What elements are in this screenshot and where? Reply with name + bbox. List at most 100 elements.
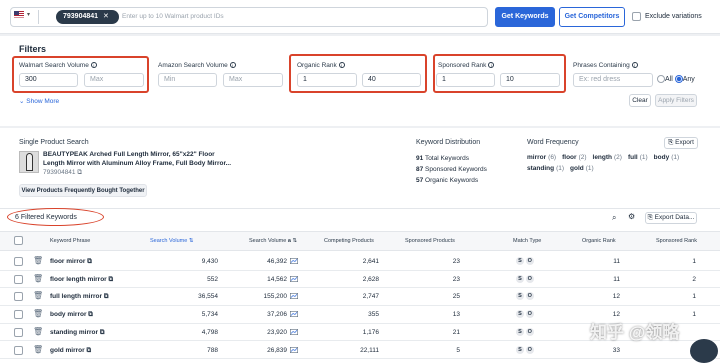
table-row[interactable]: 🗑 floor length mirror ⧉ 552 14,562 2,628…: [0, 271, 720, 289]
apply-filters-button[interactable]: Apply Filters: [655, 94, 697, 107]
trend-chart-icon[interactable]: [290, 328, 299, 337]
get-competitors-button[interactable]: Get Competitors: [559, 7, 625, 27]
product-name[interactable]: BEAUTYPEAK Arched Full Length Mirror, 65…: [43, 151, 231, 168]
phrases-containing-label: Phrases Containing i: [573, 62, 638, 69]
view-fbt-button[interactable]: View Products Frequently Bought Together: [19, 184, 147, 197]
word-frequency-line1: mirror (6) floor (2) length (2) full (1) body (1): [527, 154, 685, 161]
trash-icon[interactable]: 🗑: [33, 345, 43, 354]
amazon-sv-min-input[interactable]: Min: [158, 73, 217, 87]
word-count: (1): [639, 154, 648, 161]
watermark: 知乎 @领略: [590, 323, 680, 342]
col-organic-rank[interactable]: Organic Rank: [582, 238, 616, 244]
sponsored-products-cell: 23: [452, 275, 460, 283]
export-data-button[interactable]: ⎘ Export Data...: [645, 212, 697, 224]
all-radio[interactable]: [657, 75, 665, 83]
us-flag-icon[interactable]: [14, 11, 24, 18]
external-link-icon[interactable]: ⧉: [88, 311, 93, 318]
select-all-checkbox[interactable]: [14, 236, 23, 245]
word-frequency-item[interactable]: full (1): [628, 154, 648, 161]
col-competing-products[interactable]: Competing Products: [324, 238, 374, 244]
row-checkbox[interactable]: [14, 257, 23, 266]
row-checkbox[interactable]: [14, 310, 23, 320]
col-sponsored-products[interactable]: Sponsored Products: [405, 238, 455, 244]
trash-icon[interactable]: 🗑: [33, 274, 43, 283]
external-link-icon[interactable]: ⧉: [104, 293, 109, 300]
trash-icon[interactable]: 🗑: [33, 256, 43, 265]
word-frequency-item[interactable]: length (2): [593, 154, 622, 161]
info-icon[interactable]: i: [631, 62, 638, 69]
col-search-volume[interactable]: Search Volume ⇅: [150, 238, 193, 244]
distribution-count: 87: [416, 166, 424, 173]
table-row[interactable]: 🗑 full length mirror ⧉ 36,554 155,200 2,…: [0, 288, 720, 307]
col-keyword-phrase[interactable]: Keyword Phrase: [50, 238, 90, 244]
highlight-ellipse: [7, 208, 104, 226]
trend-chart-icon[interactable]: [290, 258, 299, 266]
keyword-phrase[interactable]: floor length mirror ⧉: [50, 276, 113, 284]
trash-icon[interactable]: 🗑: [33, 291, 43, 300]
trash-icon[interactable]: 🗑: [33, 309, 43, 318]
external-link-icon[interactable]: ⧉: [86, 347, 91, 354]
gear-icon[interactable]: ⚙: [628, 212, 635, 221]
keyword-phrase[interactable]: full length mirror ⧉: [50, 293, 108, 301]
info-icon[interactable]: i: [90, 62, 97, 69]
keyword-phrase[interactable]: floor mirror ⧉: [50, 258, 92, 266]
trend-chart-icon[interactable]: [290, 293, 299, 301]
trend-chart-icon[interactable]: [290, 311, 299, 319]
amazon-sv-max-input[interactable]: Max: [223, 73, 283, 87]
table-row[interactable]: 🗑 floor mirror ⧉ 9,430 46,392 2,641 23 S…: [0, 253, 720, 271]
trend-chart-icon[interactable]: [290, 346, 299, 355]
chip-remove-icon[interactable]: ✕: [103, 13, 109, 20]
external-link-icon[interactable]: ⧉: [87, 258, 92, 265]
row-checkbox[interactable]: [14, 292, 23, 302]
external-link-icon[interactable]: ⧉: [109, 276, 114, 283]
word-frequency-item[interactable]: gold (1): [570, 165, 594, 172]
trend-chart-icon[interactable]: [290, 275, 299, 284]
row-checkbox[interactable]: [14, 274, 23, 284]
word-frequency-item[interactable]: body (1): [654, 154, 679, 161]
walmart-sv-min-input[interactable]: 300: [19, 73, 78, 87]
col-search-volume-amazon[interactable]: Search Volume a ⇅: [249, 238, 297, 244]
word-frequency-item[interactable]: floor (2): [562, 154, 586, 161]
col-match-type[interactable]: Match Type: [513, 238, 541, 244]
organic-rank-min-input[interactable]: 1: [297, 73, 357, 87]
external-link-icon[interactable]: ⧉: [100, 329, 105, 336]
exclude-variations-checkbox[interactable]: [632, 12, 641, 21]
chevron-down-icon[interactable]: ▾: [27, 11, 30, 18]
product-name-line1: BEAUTYPEAK Arched Full Length Mirror, 65…: [43, 151, 215, 158]
organic-rank-max-input[interactable]: 40: [362, 73, 421, 87]
keyword-phrase-text: standing mirror: [50, 328, 99, 336]
organic-rank-cell: 11: [613, 258, 620, 265]
trash-icon[interactable]: 🗑: [33, 327, 43, 336]
distribution-item: 87 Sponsored Keywords: [416, 164, 487, 175]
keyword-phrase[interactable]: standing mirror ⧉: [50, 329, 105, 337]
word-frequency-item[interactable]: mirror (6): [527, 154, 556, 161]
product-id-chip[interactable]: 793904841 ✕: [56, 10, 119, 24]
word-count: (1): [671, 154, 680, 161]
table-row[interactable]: 🗑 gold mirror ⧉ 788 26,839 22,111 5 S O …: [0, 342, 720, 360]
word: length: [592, 154, 613, 161]
sponsored-rank-min-input[interactable]: 1: [436, 73, 495, 87]
export-button[interactable]: ⎘ Export: [664, 137, 698, 149]
row-checkbox[interactable]: [14, 345, 23, 355]
any-radio[interactable]: [674, 75, 683, 83]
info-icon[interactable]: i: [488, 62, 495, 69]
search-icon[interactable]: ⌕: [612, 213, 616, 223]
chat-bubble-icon[interactable]: [690, 339, 718, 363]
col-sponsored-rank[interactable]: Sponsored Rank: [656, 238, 697, 244]
row-checkbox[interactable]: [14, 327, 23, 337]
keyword-phrase[interactable]: body mirror ⧉: [50, 311, 93, 319]
clear-button[interactable]: Clear: [629, 94, 651, 107]
sponsored-products-cell: 5: [456, 346, 460, 354]
info-icon[interactable]: i: [338, 62, 345, 69]
walmart-sv-max-input[interactable]: Max: [84, 73, 144, 87]
get-keywords-button[interactable]: Get Keywords: [495, 7, 555, 27]
word-frequency-item[interactable]: standing (1): [527, 165, 564, 172]
copy-icon[interactable]: ⧉: [77, 169, 82, 176]
word: mirror: [527, 154, 547, 161]
sponsored-rank-max-input[interactable]: 10: [500, 73, 560, 87]
keyword-phrase[interactable]: gold mirror ⧉: [50, 347, 91, 355]
phrases-containing-input[interactable]: Ex: red dress: [573, 73, 653, 87]
show-more-link[interactable]: ⌄ Show More: [19, 97, 59, 105]
info-icon[interactable]: i: [229, 62, 236, 69]
search-volume-amazon-cell: 37,206: [267, 311, 287, 319]
